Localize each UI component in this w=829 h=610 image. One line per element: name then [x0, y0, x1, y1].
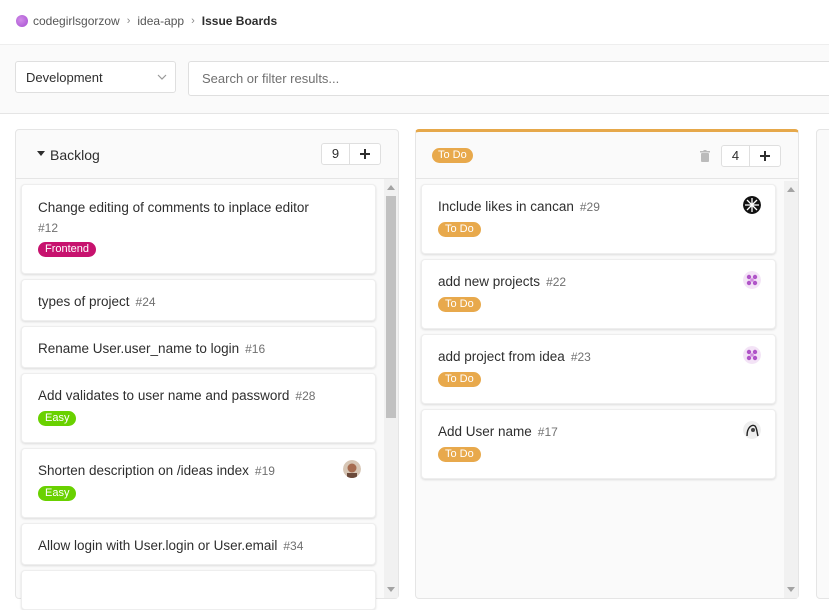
card-title-text: Allow login with User.login or User.emai… — [38, 538, 278, 553]
caret-down-icon[interactable] — [37, 151, 45, 156]
card-title[interactable]: types of project #24 — [38, 294, 156, 309]
issue-card[interactable] — [21, 570, 376, 610]
breadcrumb-current[interactable]: Issue Boards — [202, 14, 277, 28]
breadcrumb-group[interactable]: codegirlsgorzow — [33, 14, 120, 28]
scroll-thumb[interactable] — [386, 196, 396, 418]
group-avatar-icon — [16, 15, 28, 27]
card-number: #12 — [38, 221, 59, 235]
card-title-text: Include likes in cancan — [438, 199, 574, 214]
card-number: #23 — [570, 350, 591, 364]
card-number: #34 — [283, 539, 304, 553]
card-title-text: add project from idea — [438, 349, 565, 364]
card-title-text: Add User name — [438, 424, 532, 439]
user-avatar-icon[interactable] — [743, 346, 761, 364]
card-title[interactable]: Add User name #17 — [438, 424, 558, 439]
add-issue-button[interactable] — [350, 144, 380, 164]
list-header: Backlog 9 — [16, 130, 398, 179]
user-avatar-icon[interactable] — [743, 196, 761, 214]
label-todo[interactable]: To Do — [438, 372, 481, 387]
search-input[interactable] — [188, 61, 829, 96]
card-list: Include likes in cancan #29 To Do add new… — [416, 179, 782, 598]
card-title-text: add new projects — [438, 274, 541, 289]
card-number: #19 — [254, 464, 275, 478]
issue-card[interactable]: Change editing of comments to inplace ed… — [21, 184, 376, 274]
list-header: To Do 4 — [416, 132, 798, 179]
card-title-text: types of project — [38, 294, 130, 309]
scrollbar[interactable] — [384, 179, 398, 598]
card-number: #29 — [579, 200, 600, 214]
user-avatar-icon[interactable] — [743, 271, 761, 289]
issue-card[interactable]: types of project #24 — [21, 279, 376, 321]
add-issue-button[interactable] — [750, 146, 780, 166]
card-number: #28 — [295, 389, 316, 403]
breadcrumb: codegirlsgorzow › idea-app › Issue Board… — [16, 12, 277, 30]
scroll-up-icon[interactable] — [387, 185, 395, 190]
card-list: Change editing of comments to inplace ed… — [16, 179, 382, 610]
issue-card[interactable]: Shorten description on /ideas index #19 E… — [21, 448, 376, 518]
label-todo[interactable]: To Do — [438, 222, 481, 237]
card-number: #22 — [546, 275, 567, 289]
card-number: #16 — [245, 342, 266, 356]
user-avatar-icon[interactable] — [343, 460, 361, 478]
chevron-down-icon — [157, 74, 167, 80]
chevron-right-icon: › — [191, 15, 195, 27]
board-selector-label: Development — [26, 70, 103, 85]
card-title[interactable]: add project from idea #23 — [438, 349, 591, 364]
issue-card[interactable]: add new projects #22 To Do — [421, 259, 776, 329]
board-selector[interactable]: Development — [15, 61, 176, 93]
label-frontend[interactable]: Frontend — [38, 242, 97, 257]
breadcrumb-project[interactable]: idea-app — [137, 14, 184, 28]
board-list-backlog: Backlog 9 Change editing of comments to … — [15, 129, 399, 610]
card-title[interactable]: Change editing of comments to inplace ed… — [38, 200, 309, 215]
card-title-text: Shorten description on /ideas index — [38, 463, 249, 478]
filter-bar: Development — [0, 44, 829, 114]
issue-card[interactable]: Add validates to user name and password #… — [21, 373, 376, 443]
chevron-right-icon: › — [126, 15, 131, 27]
issue-card[interactable]: Rename User.user_name to login #16 — [21, 326, 376, 368]
card-title[interactable]: add new projects #22 — [438, 274, 566, 289]
card-title[interactable]: Shorten description on /ideas index #19 — [38, 463, 275, 478]
issue-card[interactable]: Include likes in cancan #29 To Do — [421, 184, 776, 254]
label-todo[interactable]: To Do — [438, 447, 481, 462]
card-title[interactable]: Rename User.user_name to login #16 — [38, 341, 265, 356]
list-label-todo[interactable]: To Do — [432, 148, 473, 163]
issue-card[interactable]: Add User name #17 To Do — [421, 409, 776, 479]
card-title[interactable]: Allow login with User.login or User.emai… — [38, 538, 303, 553]
issue-card[interactable]: add project from idea #23 To Do — [421, 334, 776, 404]
label-easy[interactable]: Easy — [38, 486, 77, 501]
board-list-todo: To Do 4 Include likes in cancan #29 To Do… — [415, 129, 799, 599]
user-avatar-icon[interactable] — [743, 421, 761, 439]
card-title-text: Rename User.user_name to login — [38, 341, 240, 356]
scroll-up-icon[interactable] — [787, 187, 795, 192]
issue-count: 4 — [722, 146, 750, 166]
list-count-box: 4 — [721, 145, 781, 167]
card-number: #24 — [135, 295, 156, 309]
card-number: #17 — [537, 425, 558, 439]
issue-count: 9 — [322, 144, 350, 164]
label-todo[interactable]: To Do — [438, 297, 481, 312]
card-title-text: Add validates to user name and password — [38, 388, 290, 403]
board-list-next — [816, 129, 829, 599]
card-title[interactable]: Add validates to user name and password #… — [38, 388, 315, 403]
scrollbar[interactable] — [784, 181, 798, 598]
issue-card[interactable]: Allow login with User.login or User.emai… — [21, 523, 376, 565]
scroll-down-icon[interactable] — [387, 587, 395, 592]
label-easy[interactable]: Easy — [38, 411, 77, 426]
trash-icon[interactable] — [700, 150, 710, 162]
list-title[interactable]: Backlog — [50, 147, 100, 163]
list-count-box: 9 — [321, 143, 381, 165]
scroll-down-icon[interactable] — [787, 587, 795, 592]
card-title[interactable]: Include likes in cancan #29 — [438, 199, 600, 214]
